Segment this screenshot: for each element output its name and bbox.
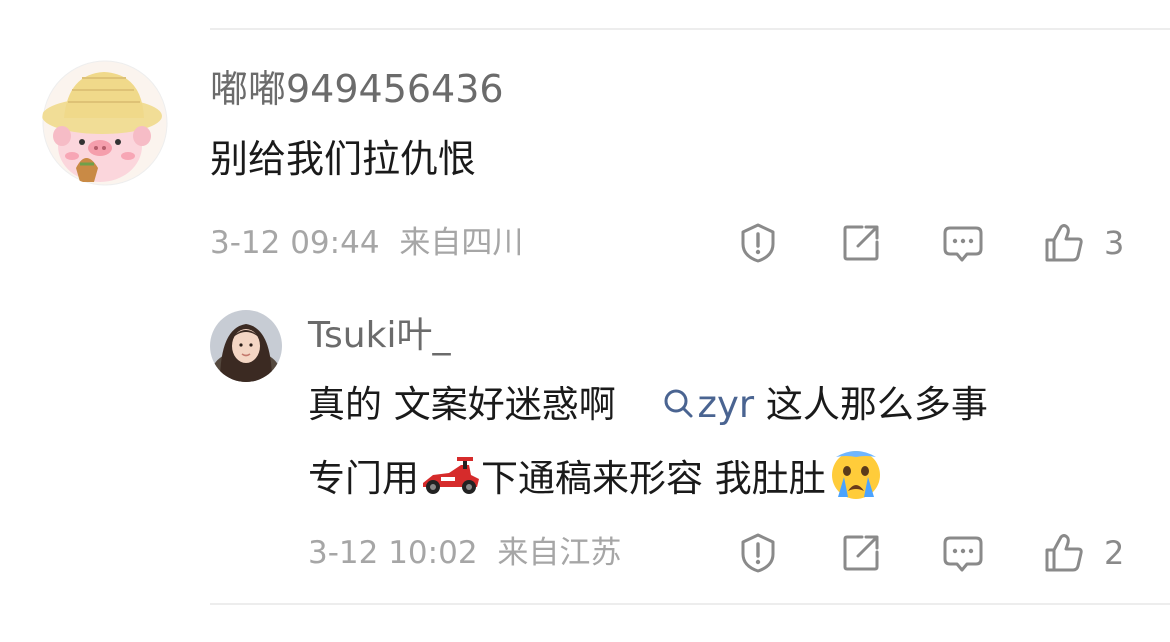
share-button[interactable]: [839, 221, 883, 265]
share-arrow-icon: [843, 225, 879, 261]
reply-meta: 3-12 10:02 来自江苏: [308, 530, 621, 576]
reply-like-count: 2: [1104, 534, 1125, 572]
mention-link[interactable]: zyr: [662, 383, 766, 426]
reply-text-line2: 专门用 下通稿来形容 我肚肚: [308, 447, 886, 514]
reply-text-line1: 真的 文案好迷惑啊 zyr 这人那么多事: [308, 380, 988, 432]
reply-text-part3: 专门用: [308, 457, 419, 500]
like-button[interactable]: [1042, 221, 1086, 265]
bottom-divider: [210, 603, 1170, 605]
reply-timestamp: 3-12 10:02: [308, 535, 478, 571]
race-car-emoji: [419, 453, 481, 508]
mention-text: zyr: [697, 383, 755, 426]
thumbs-up-icon: [1045, 224, 1083, 262]
search-icon: [662, 382, 694, 432]
username[interactable]: 嘟嘟949456436: [210, 66, 504, 112]
like-count: 3: [1104, 224, 1125, 262]
reply-avatar[interactable]: [210, 310, 282, 382]
shield-exclamation-icon: [741, 223, 775, 263]
comment-meta: 3-12 09:44 来自四川: [210, 220, 523, 266]
avatar[interactable]: [42, 60, 168, 186]
reply-location: 来自江苏: [497, 535, 622, 571]
reply-report-button[interactable]: [736, 531, 780, 575]
reply-text-part4: 下通稿来形容 我肚肚: [481, 457, 826, 500]
reply-button[interactable]: [941, 221, 985, 265]
report-button[interactable]: [736, 221, 780, 265]
location: 来自四川: [399, 225, 524, 261]
shield-exclamation-icon: [741, 533, 775, 573]
reply-reply-button[interactable]: [941, 531, 985, 575]
comment-bubble-icon: [943, 226, 983, 262]
top-divider: [210, 28, 1170, 30]
timestamp: 3-12 09:44: [210, 225, 380, 261]
thumbs-up-icon: [1045, 534, 1083, 572]
reply-username[interactable]: Tsuki叶_: [308, 314, 450, 358]
crying-face-emoji: [826, 447, 886, 514]
reply-text-part2: 这人那么多事: [765, 383, 988, 426]
reply-share-button[interactable]: [839, 531, 883, 575]
reply-like-button[interactable]: [1042, 531, 1086, 575]
share-arrow-icon: [843, 535, 879, 571]
comment-text: 别给我们拉仇恨: [210, 137, 477, 181]
comment-bubble-icon: [943, 536, 983, 572]
reply-text-part1: 真的 文案好迷惑啊: [308, 383, 616, 426]
